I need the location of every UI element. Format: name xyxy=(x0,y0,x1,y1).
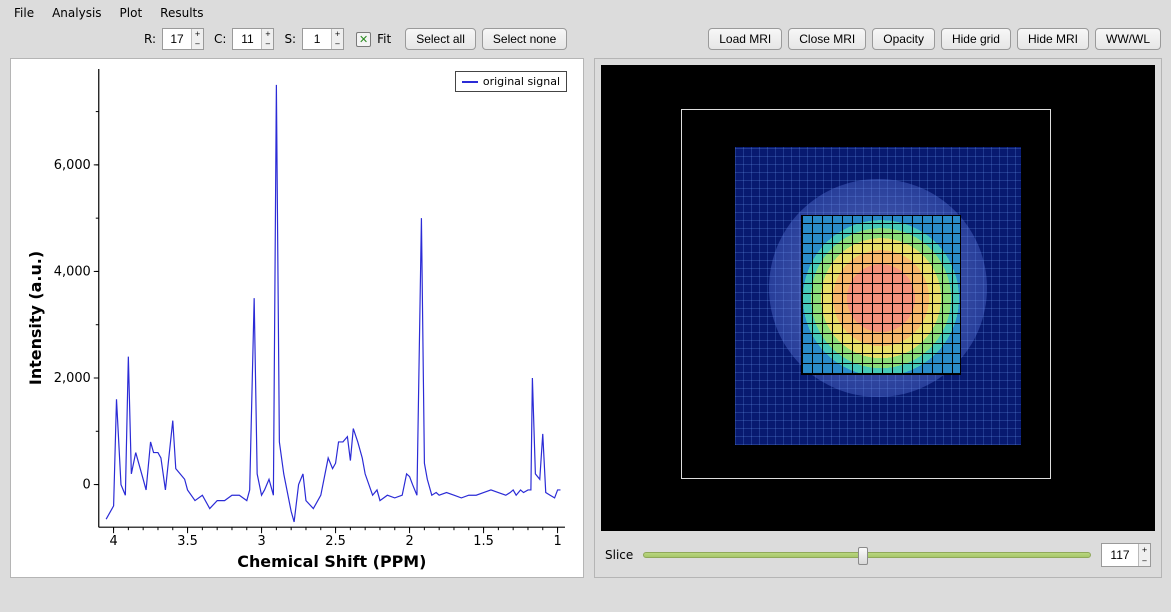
legend-line-icon xyxy=(462,81,478,83)
mri-toolbar: Load MRI Close MRI Opacity Hide grid Hid… xyxy=(708,28,1161,50)
svg-text:Intensity (a.u.): Intensity (a.u.) xyxy=(26,251,45,385)
load-mri-button[interactable]: Load MRI xyxy=(708,28,782,50)
c-label: C: xyxy=(214,32,226,46)
slice-controls: Slice +− xyxy=(601,543,1155,567)
svg-text:Chemical Shift (PPM): Chemical Shift (PPM) xyxy=(237,552,426,571)
r-spinner[interactable]: +− xyxy=(162,28,204,50)
mri-viewport[interactable] xyxy=(601,65,1155,531)
s-up-icon[interactable]: + xyxy=(332,29,343,39)
svg-text:4,000: 4,000 xyxy=(54,264,91,279)
slice-up-icon[interactable]: + xyxy=(1139,544,1150,555)
hide-grid-button[interactable]: Hide grid xyxy=(941,28,1011,50)
opacity-button[interactable]: Opacity xyxy=(872,28,935,50)
toolbar: R: +− C: +− S: +− ✕ Fit Select all Selec… xyxy=(0,24,1171,58)
c-input[interactable] xyxy=(233,29,261,49)
svg-text:6,000: 6,000 xyxy=(54,158,91,173)
c-down-icon[interactable]: − xyxy=(262,39,273,49)
menu-plot[interactable]: Plot xyxy=(120,6,143,20)
c-spinner[interactable]: +− xyxy=(232,28,274,50)
r-up-icon[interactable]: + xyxy=(192,29,203,39)
slice-input[interactable] xyxy=(1102,544,1138,566)
slice-slider[interactable] xyxy=(643,552,1091,558)
wwwl-button[interactable]: WW/WL xyxy=(1095,28,1161,50)
s-spinner[interactable]: +− xyxy=(302,28,344,50)
menu-results[interactable]: Results xyxy=(160,6,203,20)
s-input[interactable] xyxy=(303,29,331,49)
svg-text:1: 1 xyxy=(553,534,561,549)
mri-grid-overlay[interactable] xyxy=(801,215,961,375)
voxel-selectors: R: +− C: +− S: +− ✕ Fit Select all Selec… xyxy=(140,28,567,50)
svg-text:3.5: 3.5 xyxy=(177,534,198,549)
c-up-icon[interactable]: + xyxy=(262,29,273,39)
r-down-icon[interactable]: − xyxy=(192,39,203,49)
fit-label: Fit xyxy=(377,32,391,46)
slider-thumb-icon[interactable] xyxy=(858,547,868,565)
r-input[interactable] xyxy=(163,29,191,49)
fit-checkbox[interactable]: ✕ xyxy=(356,32,371,47)
svg-text:3: 3 xyxy=(257,534,265,549)
r-label: R: xyxy=(144,32,156,46)
slice-down-icon[interactable]: − xyxy=(1139,555,1150,566)
hide-mri-button[interactable]: Hide MRI xyxy=(1017,28,1089,50)
menu-analysis[interactable]: Analysis xyxy=(52,6,101,20)
s-down-icon[interactable]: − xyxy=(332,39,343,49)
menubar: File Analysis Plot Results xyxy=(0,0,1171,24)
svg-text:2.5: 2.5 xyxy=(325,534,346,549)
slice-label: Slice xyxy=(605,548,633,562)
svg-text:4: 4 xyxy=(109,534,117,549)
spectrum-chart[interactable]: 0 2,000 4,000 6,000 4 3.5 3 2.5 2 1.5 1 Chemical … xyxy=(11,59,583,577)
svg-text:0: 0 xyxy=(83,478,91,493)
main-panels: 0 2,000 4,000 6,000 4 3.5 3 2.5 2 1.5 1 Chemical … xyxy=(0,58,1171,588)
mri-panel: Slice +− xyxy=(594,58,1162,578)
slice-spinner[interactable]: +− xyxy=(1101,543,1151,567)
legend-label: original signal xyxy=(483,75,560,88)
svg-text:1.5: 1.5 xyxy=(473,534,494,549)
menu-file[interactable]: File xyxy=(14,6,34,20)
chart-legend: original signal xyxy=(455,71,567,92)
svg-text:2,000: 2,000 xyxy=(54,371,91,386)
close-mri-button[interactable]: Close MRI xyxy=(788,28,866,50)
s-label: S: xyxy=(284,32,296,46)
select-all-button[interactable]: Select all xyxy=(405,28,476,50)
select-none-button[interactable]: Select none xyxy=(482,28,567,50)
svg-text:2: 2 xyxy=(405,534,413,549)
spectrum-panel: 0 2,000 4,000 6,000 4 3.5 3 2.5 2 1.5 1 Chemical … xyxy=(10,58,584,578)
